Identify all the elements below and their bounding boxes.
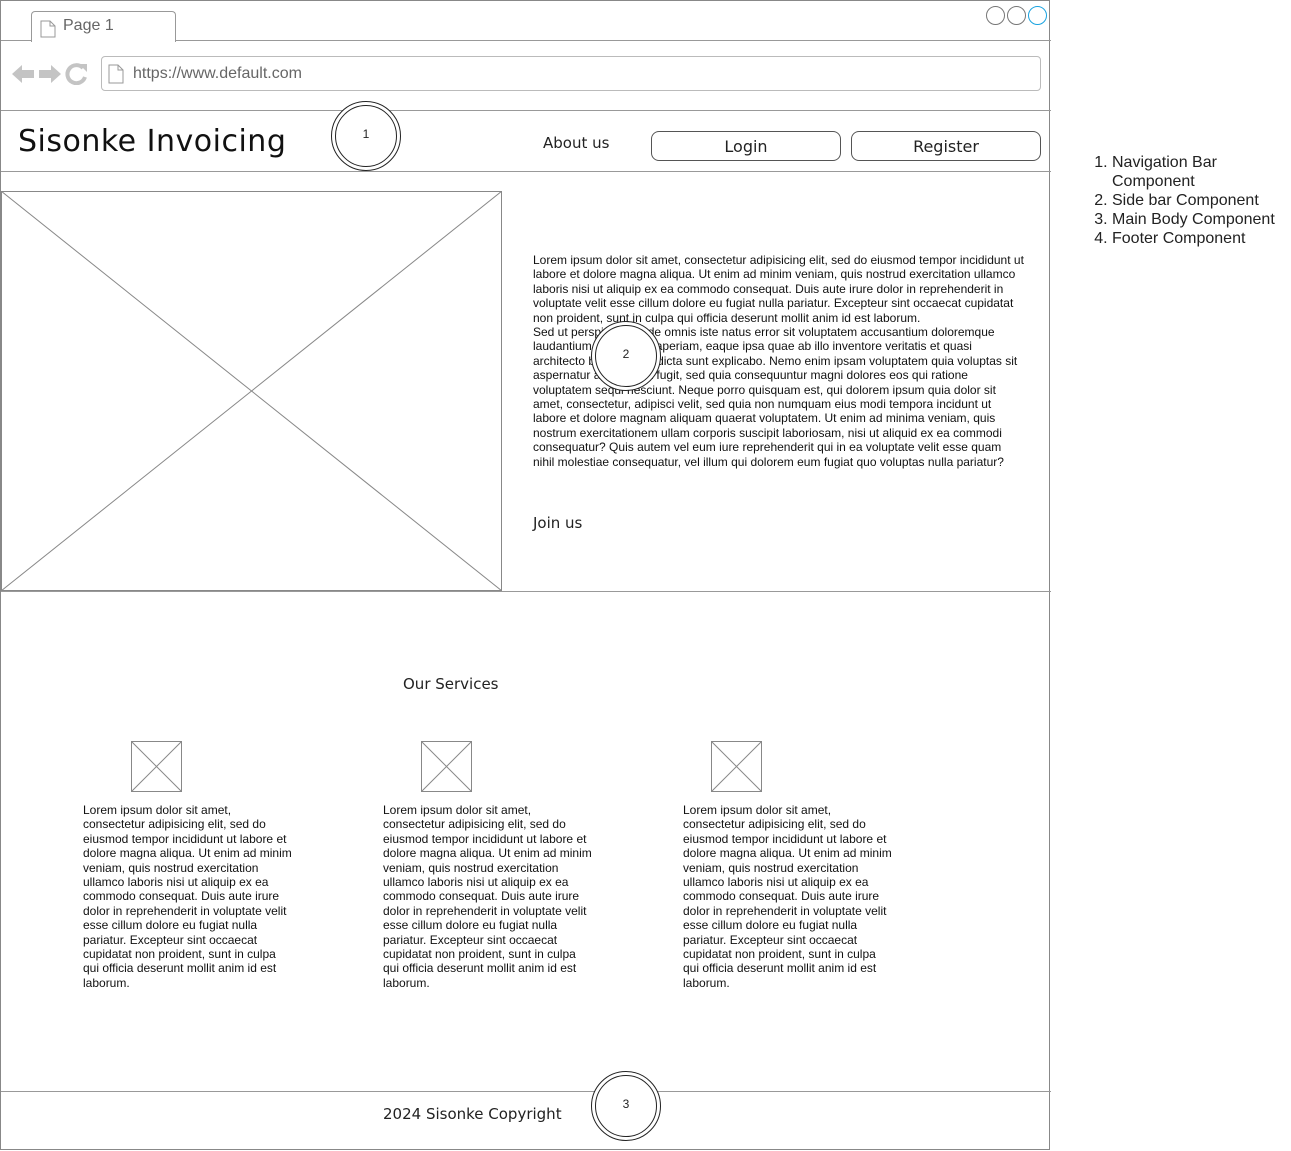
legend-item: Main Body Component: [1112, 210, 1285, 229]
page-icon: [108, 64, 124, 84]
reload-icon[interactable]: [65, 63, 89, 85]
service-description: Lorem ipsum dolor sit amet, consectetur …: [683, 803, 892, 990]
maximize-button[interactable]: [1007, 6, 1026, 25]
services-title: Our Services: [403, 675, 499, 693]
service-description: Lorem ipsum dolor sit amet, consectetur …: [383, 803, 592, 990]
callout-number: 2: [622, 347, 630, 361]
brand-title: Sisonke Invoicing: [18, 124, 287, 159]
hero-paragraph: Lorem ipsum dolor sit amet, consectetur …: [533, 253, 1024, 325]
about-us-link[interactable]: About us: [543, 134, 609, 152]
page-icon: [40, 20, 56, 38]
join-us-link[interactable]: Join us: [533, 514, 582, 532]
url-input[interactable]: https://www.default.com: [101, 56, 1041, 91]
url-text: https://www.default.com: [133, 65, 302, 82]
callout-1: 1: [331, 101, 401, 171]
footer-divider: [1, 1091, 1051, 1092]
legend-item: Navigation Bar Component: [1112, 153, 1285, 191]
tab-label: Page 1: [63, 17, 114, 34]
callout-number: 1: [362, 127, 370, 141]
address-bar: https://www.default.com: [1, 41, 1051, 111]
browser-window: Page 1 https://www.default.com Sisonke I…: [0, 0, 1051, 1150]
callout-3: 3: [591, 1071, 661, 1141]
footer-copyright: 2024 Sisonke Copyright: [383, 1105, 562, 1123]
tab-page-1[interactable]: Page 1: [31, 11, 176, 42]
service-image-placeholder: [711, 741, 762, 792]
login-button[interactable]: Login: [651, 131, 841, 161]
close-button[interactable]: [1028, 6, 1047, 25]
register-button[interactable]: Register: [851, 131, 1041, 161]
browser-nav-icons: [11, 63, 89, 85]
legend-item: Side bar Component: [1112, 191, 1285, 210]
legend-item: Footer Component: [1112, 229, 1285, 248]
back-arrow-icon[interactable]: [11, 63, 35, 85]
component-legend: Navigation Bar Component Side bar Compon…: [1090, 153, 1285, 248]
minimize-button[interactable]: [986, 6, 1005, 25]
window-controls: [986, 6, 1047, 25]
tab-strip: Page 1: [1, 1, 1051, 42]
service-image-placeholder: [131, 741, 182, 792]
navigation-bar: Sisonke Invoicing About us Login Registe…: [1, 111, 1051, 172]
service-description: Lorem ipsum dolor sit amet, consectetur …: [83, 803, 292, 990]
service-image-placeholder: [421, 741, 472, 792]
image-placeholder: [1, 191, 502, 591]
forward-arrow-icon[interactable]: [38, 63, 62, 85]
callout-number: 3: [622, 1097, 630, 1111]
callout-2: 2: [591, 321, 661, 391]
hero-section: Lorem ipsum dolor sit amet, consectetur …: [1, 172, 1051, 592]
